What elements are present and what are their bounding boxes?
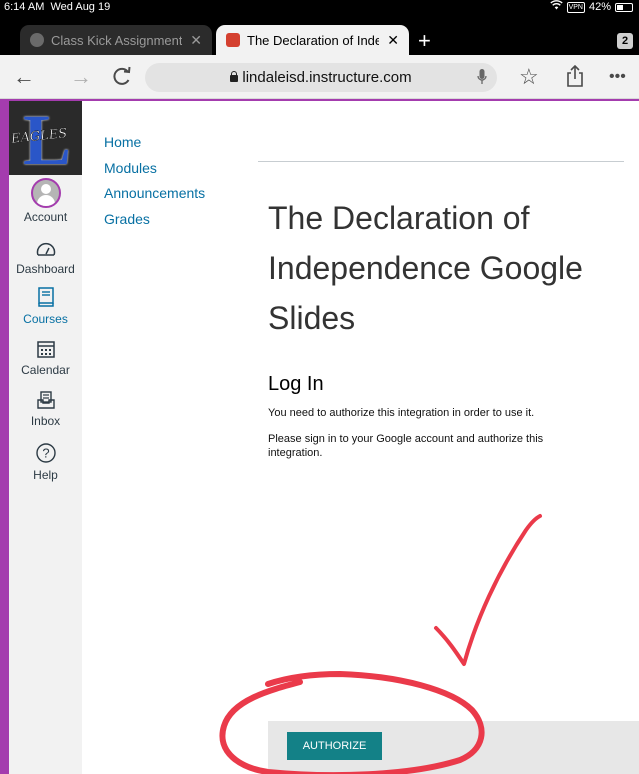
tab-strip: Class Kick Assignment ✕ The Declaration … [0,14,639,55]
accent-border [0,100,9,774]
screen: 6:14 AM Wed Aug 19 VPN 42% Class Kick As… [0,0,639,774]
bookmark-star-icon[interactable]: ☆ [519,65,539,89]
global-nav-account[interactable]: Account [9,178,82,224]
course-nav-announcements[interactable]: Announcements [104,184,205,210]
global-nav-inbox[interactable]: Inbox [9,391,82,428]
compass-icon [30,33,44,47]
browser-toolbar: ← → lindaleisd.instructure.com ☆ ••• [0,55,639,99]
lock-icon [230,71,239,82]
battery-percent: 42% [588,1,611,13]
help-icon: ? [9,443,82,466]
tab-title: Class Kick Assignment [51,32,183,48]
global-nav-courses[interactable]: Courses [9,287,82,326]
nav-label: Inbox [30,414,61,428]
content-divider [258,161,624,162]
global-nav-help[interactable]: ? Help [9,443,82,482]
microphone-icon[interactable] [477,69,487,88]
back-arrow-icon[interactable]: ← [13,65,35,89]
global-nav-calendar[interactable]: Calendar [9,340,82,377]
course-nav-home[interactable]: Home [104,133,205,159]
global-nav: L EAGLES Account Dashboard Courses Calen… [9,101,82,774]
close-tab-icon[interactable]: ✕ [190,32,202,49]
dashboard-icon [9,241,82,260]
avatar-icon [30,178,61,208]
svg-text:?: ? [42,446,49,461]
school-logo[interactable]: L EAGLES [9,101,82,175]
battery-icon [615,2,633,12]
login-heading: Log In [268,373,324,395]
courses-icon [9,287,82,310]
course-nav-grades[interactable]: Grades [104,210,205,236]
share-icon[interactable] [566,64,584,92]
inbox-icon [9,391,82,412]
forward-arrow-icon[interactable]: → [70,65,92,89]
login-instruction-google: Please sign in to your Google account an… [268,433,544,459]
authorize-button[interactable]: AUTHORIZE [287,732,382,760]
login-instruction: You need to authorize this integration i… [268,407,535,419]
status-time: 6:14 AM Wed Aug 19 [4,1,111,13]
vpn-badge: VPN [566,1,585,13]
status-right: VPN 42% [549,0,633,14]
close-tab-icon[interactable]: ✕ [387,32,399,49]
status-bar: 6:14 AM Wed Aug 19 VPN 42% [0,0,639,14]
more-icon[interactable]: ••• [609,65,626,89]
address-bar[interactable]: lindaleisd.instructure.com [145,63,497,92]
global-nav-dashboard[interactable]: Dashboard [9,241,82,276]
nav-label: Dashboard [16,262,75,276]
course-nav-modules[interactable]: Modules [104,159,205,185]
reload-icon[interactable] [112,65,132,92]
course-nav: Home Modules Announcements Grades [104,133,205,235]
new-tab-icon[interactable]: + [418,30,431,52]
slides-favicon-icon [226,33,240,47]
nav-label: Help [33,468,58,482]
nav-label: Account [23,210,68,224]
calendar-icon [9,340,82,361]
url-text: lindaleisd.instructure.com [242,69,412,86]
tab-class-kick[interactable]: Class Kick Assignment ✕ [20,25,212,55]
page-title: The Declaration of Independence Google S… [268,200,583,336]
nav-label: Courses [23,312,68,326]
tab-declaration[interactable]: The Declaration of Independence Google S… [216,25,409,55]
wifi-icon [549,0,563,14]
tab-count-badge[interactable]: 2 [617,33,633,49]
nav-label: Calendar [21,363,70,377]
tab-title: The Declaration of Independence Google S… [247,32,380,48]
